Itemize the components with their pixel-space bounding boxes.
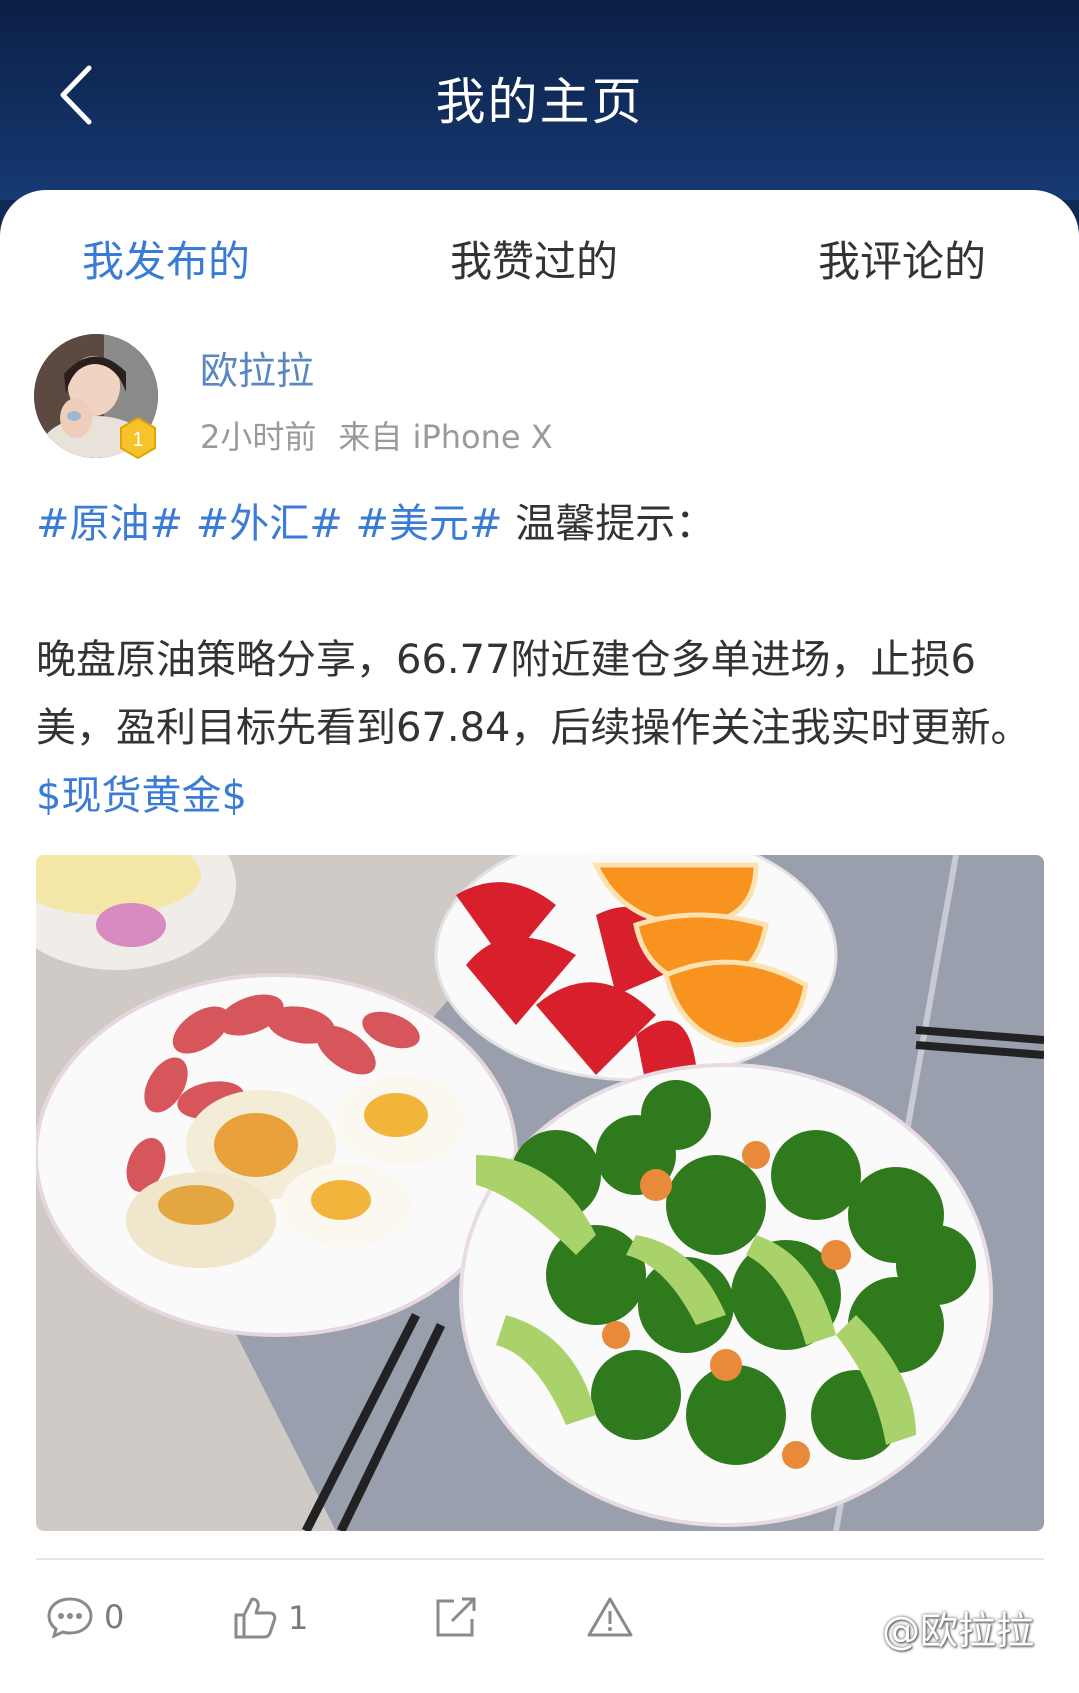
- page-title: 我的主页: [435, 73, 644, 131]
- post-source: 来自 iPhone X: [338, 418, 553, 456]
- tab-my-comments[interactable]: 我评论的: [818, 228, 986, 289]
- topic-tag-crude-oil[interactable]: #原油#: [36, 501, 183, 547]
- level-badge: 1: [118, 416, 158, 460]
- user-name[interactable]: 欧拉拉: [200, 340, 314, 395]
- topic-tag-usd[interactable]: #美元#: [356, 501, 503, 547]
- report-button[interactable]: [586, 1595, 634, 1639]
- tab-bar: 我发布的 我赞过的 我评论的: [0, 190, 1079, 300]
- post-intro: 温馨提示：: [515, 501, 716, 547]
- thumbs-up-icon: [234, 1597, 277, 1639]
- header-bar: 我的主页: [0, 0, 1079, 200]
- divider: [36, 1558, 1044, 1560]
- svg-text:1: 1: [132, 429, 143, 451]
- comment-count: 0: [104, 1598, 125, 1636]
- post-image[interactable]: [36, 855, 1044, 1531]
- post-meta: 2小时前 来自 iPhone X: [200, 412, 553, 458]
- comment-icon: [47, 1597, 93, 1639]
- post-first-line: #原油# #外汇# #美元# 温馨提示：: [36, 490, 1046, 558]
- like-button[interactable]: 1: [232, 1595, 308, 1641]
- stock-tag-spot-gold[interactable]: $现货黄金$: [36, 773, 247, 819]
- comment-button[interactable]: 0: [46, 1595, 124, 1639]
- topic-tag-forex[interactable]: #外汇#: [196, 501, 343, 547]
- level-badge-icon: 1: [120, 416, 156, 460]
- post-content: #原油# #外汇# #美元# 温馨提示： 晚盘原油策略分享，66.77附近建仓多…: [36, 490, 1046, 830]
- food-photo: [36, 855, 1044, 1531]
- tab-my-likes[interactable]: 我赞过的: [450, 228, 618, 289]
- watermark: @欧拉拉: [882, 1609, 1035, 1653]
- like-count: 1: [288, 1599, 309, 1637]
- share-button[interactable]: [432, 1595, 478, 1641]
- post-body: 晚盘原油策略分享，66.77附近建仓多单进场，止损6美，盈利目标先看到67.84…: [36, 626, 1046, 830]
- share-icon: [436, 1597, 476, 1637]
- post-body-text: 晚盘原油策略分享，66.77附近建仓多单进场，止损6美，盈利目标先看到67.84…: [36, 637, 1031, 751]
- profile-card: 我发布的 我赞过的 我评论的 1 欧拉拉 2小时前 来自 iPhone X #原油…: [0, 190, 1079, 1693]
- post-time: 2小时前: [200, 418, 317, 456]
- tab-my-posts[interactable]: 我发布的: [82, 228, 250, 289]
- warning-icon: [587, 1597, 633, 1637]
